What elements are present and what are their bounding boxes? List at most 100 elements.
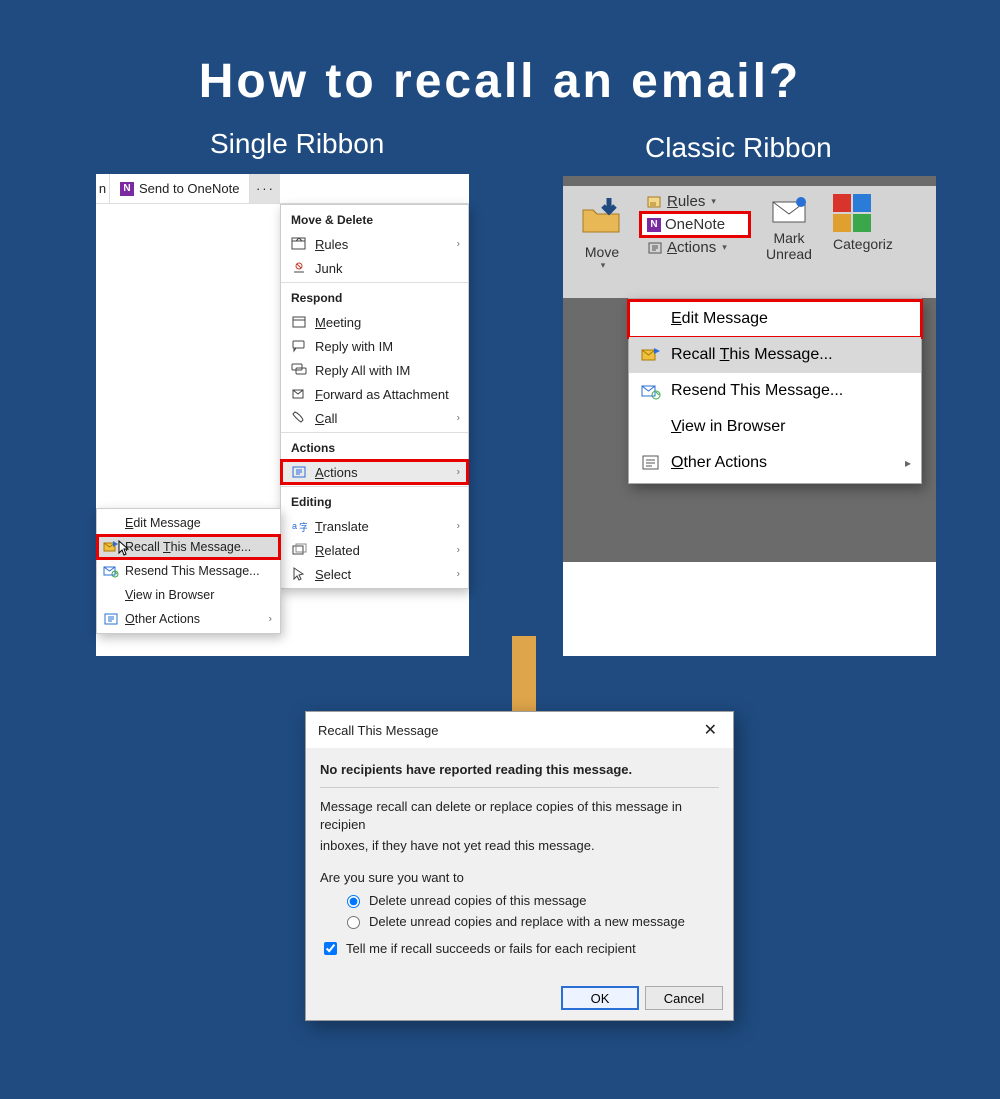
actions-icon <box>291 464 307 480</box>
ok-button[interactable]: OK <box>561 986 639 1010</box>
translate-label: Translate <box>315 519 369 534</box>
categorize-button[interactable]: Categoriz <box>829 186 936 298</box>
dialog-headline: No recipients have reported reading this… <box>320 762 719 777</box>
chevron-right-icon: › <box>457 545 460 556</box>
categorize-label: Categoriz <box>833 236 893 252</box>
move-label: Move <box>585 244 619 260</box>
dropdown-triangle-icon: ▾ <box>601 260 606 271</box>
chevron-right-icon: › <box>457 569 460 580</box>
tell-me-input[interactable] <box>324 942 337 955</box>
tell-me-label: Tell me if recall succeeds or fails for … <box>346 941 636 956</box>
view-in-browser-item[interactable]: View in Browser <box>97 583 280 607</box>
ribbon-truncated-button[interactable]: n <box>96 174 110 203</box>
other-actions-label: Other Actions <box>671 454 767 472</box>
ellipsis-icon: ··· <box>256 181 275 196</box>
junk-label: Junk <box>315 261 342 276</box>
dialog-explain-2: inboxes, if they have not yet read this … <box>320 837 719 855</box>
actions-item[interactable]: Actions › <box>281 460 468 484</box>
send-to-onenote-button[interactable]: N Send to OneNote <box>110 174 250 203</box>
ribbon-bar: n N Send to OneNote ··· <box>96 174 469 204</box>
view-in-browser-label: View in Browser <box>671 418 785 436</box>
move-stack: Rules ▾ N OneNote Actions ▾ <box>641 186 749 298</box>
radio-delete[interactable]: Delete unread copies of this message <box>342 892 719 908</box>
more-commands-button[interactable]: ··· <box>250 174 280 203</box>
resend-icon <box>641 381 661 401</box>
recall-label: Recall This Message... <box>125 540 251 554</box>
chat-icon <box>291 338 307 354</box>
other-actions-icon <box>641 453 661 473</box>
classic-actions-menu: Edit Message Recall This Message... Rese… <box>628 298 922 484</box>
overflow-menu: Move & Delete Rules › Junk Respond Meeti… <box>280 204 469 589</box>
close-button[interactable]: ✕ <box>698 720 723 740</box>
rules-item[interactable]: Rules › <box>281 232 468 256</box>
meeting-label: Meeting <box>315 315 361 330</box>
edit-message-item[interactable]: Edit Message <box>629 301 921 337</box>
rules-icon <box>291 236 307 252</box>
edit-message-label: EEdit Messagedit Message <box>125 516 201 530</box>
blank-icon <box>641 417 661 437</box>
actions-label: Actions <box>667 239 716 256</box>
related-icon <box>291 542 307 558</box>
translate-item[interactable]: a字 Translate › <box>281 514 468 538</box>
other-actions-item[interactable]: Other Actions ▸ <box>629 445 921 481</box>
label-single-ribbon: Single Ribbon <box>210 128 384 160</box>
resend-icon <box>103 563 119 579</box>
reply-im-item[interactable]: Reply with IM <box>281 334 468 358</box>
forward-attachment-item[interactable]: Forward as Attachment <box>281 382 468 406</box>
view-in-browser-item[interactable]: View in Browser <box>629 409 921 445</box>
blank-icon <box>641 309 661 329</box>
call-item[interactable]: Call › <box>281 406 468 430</box>
related-label: Related <box>315 543 360 558</box>
radio-replace-input[interactable] <box>347 916 360 929</box>
resend-message-item[interactable]: Resend This Message... <box>629 373 921 409</box>
select-label: Select <box>315 567 351 582</box>
single-ribbon-panel: n N Send to OneNote ··· Move & Delete Ru… <box>96 174 469 656</box>
chevron-right-icon: › <box>457 521 460 532</box>
reply-all-im-label: Reply All with IM <box>315 363 410 378</box>
tell-me-checkbox[interactable]: Tell me if recall succeeds or fails for … <box>320 939 719 958</box>
svg-text:a: a <box>292 521 297 531</box>
chevron-right-icon: › <box>457 413 460 424</box>
reply-all-im-item[interactable]: Reply All with IM <box>281 358 468 382</box>
edit-message-item[interactable]: EEdit Messagedit Message <box>97 511 280 535</box>
group-move-delete: Move & Delete <box>281 207 468 232</box>
move-button[interactable]: Move ▾ <box>563 186 641 298</box>
svg-text:字: 字 <box>299 521 307 534</box>
mark-label2: Unread <box>766 246 812 262</box>
chevron-right-icon: › <box>457 467 460 478</box>
actions-submenu: EEdit Messagedit Message Recall This Mes… <box>96 508 281 634</box>
calendar-icon <box>291 314 307 330</box>
junk-item[interactable]: Junk <box>281 256 468 280</box>
cancel-button[interactable]: Cancel <box>645 986 723 1010</box>
resend-label: Resend This Message... <box>671 382 843 400</box>
dropdown-triangle-icon: ▾ <box>722 242 727 253</box>
folder-move-icon <box>579 194 625 240</box>
recall-dialog: Recall This Message ✕ No recipients have… <box>305 711 734 1021</box>
body-area <box>563 562 936 656</box>
actions-label: Actions <box>315 465 358 480</box>
other-actions-item[interactable]: Other Actions › <box>97 607 280 631</box>
forward-attachment-label: Forward as Attachment <box>315 387 449 402</box>
meeting-item[interactable]: Meeting <box>281 310 468 334</box>
cursor-icon <box>291 566 307 582</box>
page-title: How to recall an email? <box>0 54 1000 109</box>
mark-unread-button[interactable]: Mark Unread <box>749 186 829 298</box>
related-item[interactable]: Related › <box>281 538 468 562</box>
actions-icon <box>647 240 663 256</box>
resend-message-item[interactable]: Resend This Message... <box>97 559 280 583</box>
radio-delete-input[interactable] <box>347 895 360 908</box>
onenote-button[interactable]: N OneNote <box>641 213 749 236</box>
group-actions: Actions <box>281 435 468 460</box>
actions-button[interactable]: Actions ▾ <box>641 236 749 259</box>
envelope-icon <box>771 194 807 226</box>
chevron-right-icon: › <box>269 614 272 625</box>
translate-icon: a字 <box>291 518 307 534</box>
onenote-label: OneNote <box>665 216 725 233</box>
radio-replace[interactable]: Delete unread copies and replace with a … <box>342 913 719 929</box>
group-respond: Respond <box>281 285 468 310</box>
group-editing: Editing <box>281 489 468 514</box>
mouse-cursor-icon <box>118 540 130 556</box>
recall-message-item[interactable]: Recall This Message... <box>629 337 921 373</box>
rules-button[interactable]: Rules ▾ <box>641 190 749 213</box>
select-item[interactable]: Select › <box>281 562 468 586</box>
